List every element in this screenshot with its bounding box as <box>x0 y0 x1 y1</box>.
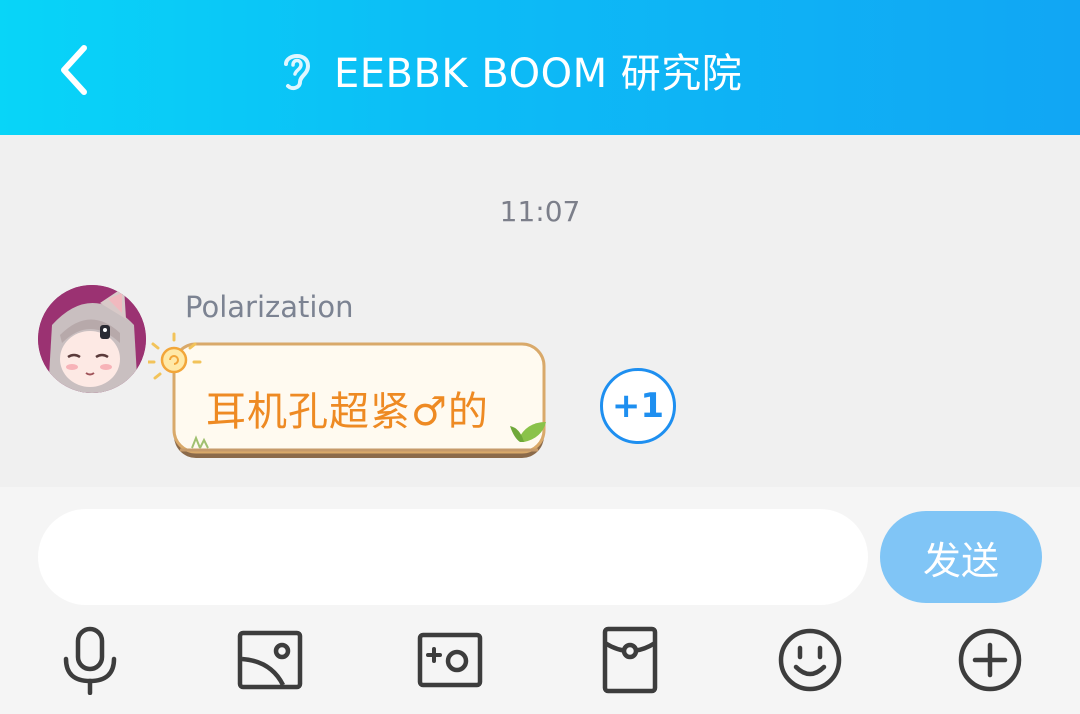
ear-icon <box>284 54 311 91</box>
image-icon[interactable] <box>235 625 305 695</box>
plus-one-reaction-button[interactable]: +1 <box>600 368 676 444</box>
message-list[interactable]: 11:07 Polarization 耳机孔超紧♂的 +1 <box>0 135 1080 487</box>
composer-panel: 发送 <box>0 487 1080 714</box>
sender-name[interactable]: Polarization <box>185 290 354 324</box>
red-packet-icon[interactable] <box>595 625 665 695</box>
sender-avatar[interactable] <box>38 285 146 393</box>
microphone-icon[interactable] <box>55 625 125 695</box>
plus-icon[interactable] <box>955 625 1025 695</box>
send-button[interactable]: 发送 <box>880 511 1042 603</box>
camera-icon[interactable] <box>415 625 485 695</box>
message-timestamp: 11:07 <box>499 195 581 228</box>
back-chevron-left-icon[interactable] <box>52 40 100 100</box>
chat-title-group: EEBBK BOOM 研究院 <box>278 44 743 97</box>
header-bar: EEBBK BOOM 研究院 <box>0 0 1080 135</box>
message-input[interactable] <box>38 509 868 605</box>
emoji-icon[interactable] <box>775 625 845 695</box>
message-text: 耳机孔超紧♂的 <box>206 389 489 435</box>
chat-title: EEBBK BOOM 研究院 <box>334 51 743 97</box>
